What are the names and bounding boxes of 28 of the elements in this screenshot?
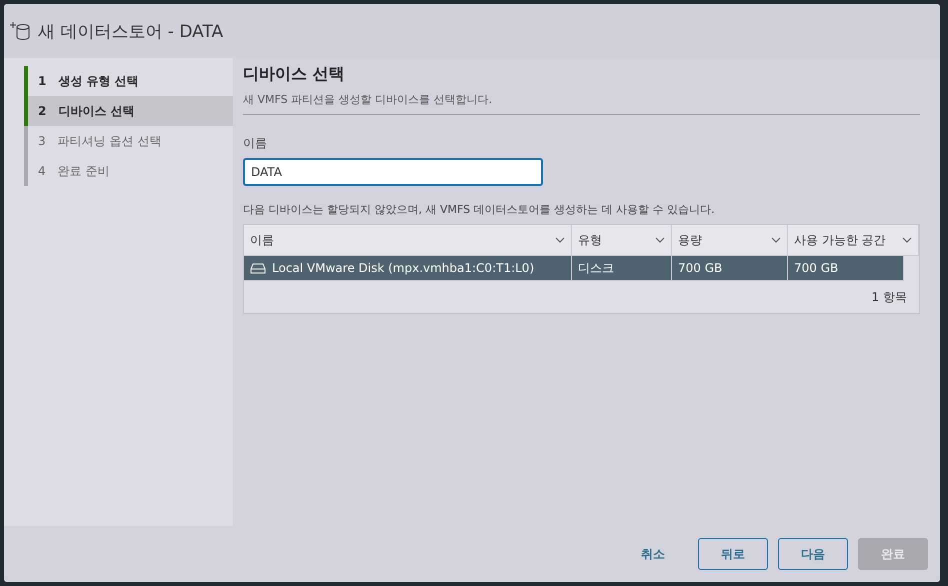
column-header[interactable]: 이름 [244,225,572,255]
dialog-button[interactable]: 뒤로 [698,538,768,570]
field-label: 이름 [243,135,268,152]
column-header[interactable]: 유형 [572,225,672,255]
datastore-add-icon [10,21,32,41]
column-header[interactable]: 사용 가능한 공간 [788,225,919,255]
sort-caret-icon[interactable] [655,237,665,243]
column-header[interactable]: 용량 [672,225,788,255]
wizard-step[interactable]: 1 생성 유형 선택 [28,66,233,96]
wizard-step[interactable]: 4 완료 준비 [28,156,233,186]
wizard-step[interactable]: 3 파티셔닝 옵션 선택 [28,126,233,156]
table-cell: 700 GB [788,256,904,280]
page-subtitle: 새 VMFS 파티션을 생성할 디바이스를 선택합니다. [243,92,920,115]
sort-caret-icon[interactable] [902,237,912,243]
name-field[interactable]: DATA [243,158,543,186]
table-cell: 700 GB [672,256,788,280]
item-count: 1 항목 [872,288,907,306]
dialog-button[interactable]: 취소 [618,538,688,570]
table-row[interactable]: Local VMware Disk (mpx.vmhba1:C0:T1:L0) 디스크 700 GB 700 GB [244,256,904,281]
page-title: 디바이스 선택 [243,64,346,85]
dialog-button[interactable]: 다음 [778,538,848,570]
table-cell: 디스크 [572,256,672,280]
sort-caret-icon[interactable] [771,237,781,243]
sort-caret-icon[interactable] [555,237,565,243]
window-title: 새 데이터스토어 - DATA [38,20,224,42]
wizard-step[interactable]: 2 디바이스 선택 [28,96,233,126]
table-caption: 다음 디바이스는 할당되지 않았으며, 새 VMFS 데이터스토어를 생성하는 데 사용할 수 있습니다. [243,202,716,217]
table-cell: Local VMware Disk (mpx.vmhba1:C0:T1:L0) [244,256,572,280]
